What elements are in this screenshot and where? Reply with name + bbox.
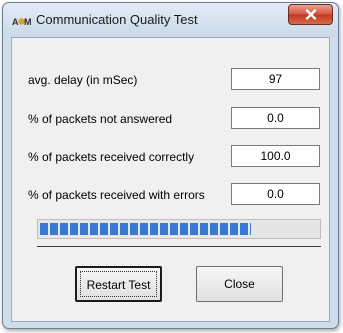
- received-correctly-label: % of packets received correctly: [28, 150, 195, 164]
- restart-test-button[interactable]: Restart Test: [75, 266, 162, 302]
- received-errors-row: % of packets received with errors 0.0: [12, 183, 329, 207]
- svg-text:A: A: [12, 17, 19, 27]
- close-button-label: Close: [224, 277, 255, 291]
- not-answered-row: % of packets not answered 0.0: [12, 107, 329, 131]
- title-bar[interactable]: A M Communication Quality Test: [3, 3, 338, 37]
- apm-logo-icon: A M: [12, 17, 31, 27]
- close-icon: [305, 9, 316, 20]
- test-progress-bar: [37, 219, 321, 239]
- dialog-client-area: avg. delay (in mSec) 97 % of packets not…: [11, 37, 330, 322]
- received-errors-value: 0.0: [231, 183, 320, 205]
- received-correctly-row: % of packets received correctly 100.0: [12, 145, 329, 169]
- separator-line: [37, 246, 321, 247]
- not-answered-label: % of packets not answered: [28, 112, 173, 126]
- dialog-window: A M Communication Quality Test avg. dela…: [2, 2, 339, 329]
- window-close-button[interactable]: [288, 4, 333, 25]
- received-correctly-value: 100.0: [231, 145, 320, 167]
- avg-delay-label: avg. delay (in mSec): [28, 73, 138, 87]
- progress-fill: [40, 223, 251, 235]
- received-errors-label: % of packets received with errors: [28, 188, 205, 202]
- avg-delay-value: 97: [231, 68, 320, 90]
- focus-rectangle: [80, 271, 157, 297]
- window-title: Communication Quality Test: [36, 12, 198, 27]
- not-answered-value: 0.0: [231, 107, 320, 129]
- svg-text:M: M: [24, 17, 31, 27]
- avg-delay-row: avg. delay (in mSec) 97: [12, 68, 329, 92]
- close-button[interactable]: Close: [196, 266, 283, 302]
